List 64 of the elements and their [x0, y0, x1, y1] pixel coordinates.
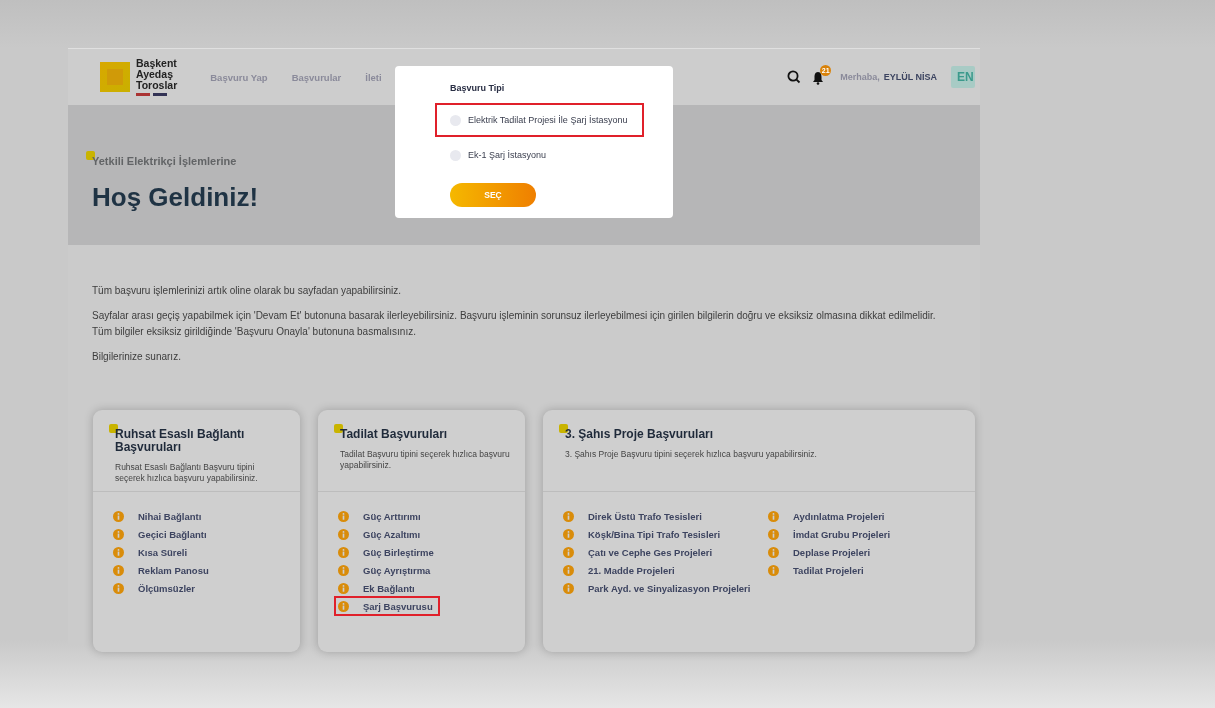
intro-paragraph: Sayfalar arası geçiş yapabilmek için 'Devam Et' butonuna basarak ilerleyebilirsiniz. Başvuru işleminin sorunsuz ilerleyebilmesi için girilen bilgilerin doğru ve eksiksiz olmasına dikkat edilmelidir. Tüm bilgiler eksiksiz girildiğinde 'Başvuru Onayla' butonuna basmalısınız.: [92, 309, 937, 339]
application-type-link[interactable]: Direk Üstü Trafo Tesisleri: [561, 508, 766, 524]
info-icon: [768, 564, 779, 576]
logo-text: Başkent: [136, 58, 178, 69]
info-icon: [768, 546, 779, 558]
logo-icon: [100, 62, 130, 92]
application-type-link[interactable]: Köşk/Bina Tipi Trafo Tesisleri: [561, 526, 766, 542]
application-type-link[interactable]: Güç Arttırımı: [336, 508, 438, 524]
card-title: 3. Şahıs Proje Başvuruları: [565, 427, 714, 441]
application-type-link[interactable]: Kısa Süreli: [111, 544, 213, 560]
application-type-link[interactable]: Aydınlatma Projeleri: [766, 508, 971, 524]
info-icon: [563, 546, 574, 558]
info-icon: [113, 528, 124, 540]
application-type-link[interactable]: 21. Madde Projeleri: [561, 562, 766, 578]
info-icon: [338, 600, 349, 612]
info-icon: [563, 510, 574, 522]
application-type-link[interactable]: Tadilat Projeleri: [766, 562, 971, 578]
info-icon: [113, 510, 124, 522]
info-icon: [113, 582, 124, 594]
application-type-link[interactable]: Güç Azaltımı: [336, 526, 438, 542]
user-name: EYLÜL NİSA: [883, 72, 937, 82]
option-label: Ek-1 Şarj İstasyonu: [468, 150, 547, 160]
info-icon: [338, 546, 349, 558]
info-icon: [563, 582, 574, 594]
card-description: Tadilat Başvuru tipini seçerek hızlıca başvuru yapabilirsiniz.: [340, 449, 511, 471]
info-icon: [563, 528, 574, 540]
application-type-link[interactable]: Deplase Projeleri: [766, 544, 971, 560]
application-type-link[interactable]: Reklam Panosu: [111, 562, 213, 578]
info-icon: [113, 564, 124, 576]
hero-subtitle: Yetkili Elektrikçi İşlemlerine: [92, 155, 237, 167]
info-icon: [563, 564, 574, 576]
application-type-link[interactable]: Ek Bağlantı: [336, 580, 438, 596]
application-type-link[interactable]: Park Ayd. ve Sinyalizasyon Projeleri: [561, 580, 766, 596]
application-type-link[interactable]: İmdat Grubu Projeleri: [766, 526, 971, 542]
application-type-link[interactable]: Güç Birleştirme: [336, 544, 438, 560]
card-title: Ruhsat Esaslı Bağlantı Başvuruları: [115, 427, 245, 454]
logo-text: Ayedaş: [136, 69, 173, 80]
card-title: Tadilat Başvuruları: [340, 427, 448, 441]
info-icon: [338, 564, 349, 576]
option-label: Elektrik Tadilat Projesi İle Şarj İstasyonu: [468, 115, 628, 125]
info-icon: [338, 510, 349, 522]
application-type-link[interactable]: Güç Ayrıştırma: [336, 562, 438, 578]
bell-icon[interactable]: [812, 71, 825, 85]
radio-option[interactable]: Elektrik Tadilat Projesi İle Şarj İstasyonu: [437, 105, 642, 135]
info-icon: [338, 582, 349, 594]
logo-text: Toroslar: [136, 80, 178, 91]
card-description: Ruhsat Esaslı Bağlantı Başvuru tipini seçerek hızlıca başvuru yapabilirsiniz.: [115, 462, 259, 484]
application-type-link[interactable]: Şarj Başvurusu: [336, 598, 438, 614]
application-type-link[interactable]: Ölçümsüzler: [111, 580, 213, 596]
dialog-title: Başvuru Tipi: [450, 83, 506, 93]
info-icon: [768, 510, 779, 522]
info-icon: [113, 546, 124, 558]
info-icon: [768, 528, 779, 540]
search-icon[interactable]: [786, 69, 803, 85]
card-description: 3. Şahıs Proje Başvuru tipini seçerek hızlıca başvuru yapabilirsiniz.: [565, 449, 818, 460]
intro-paragraph: Bilgilerinize sunarız.: [92, 350, 182, 364]
hero-title: Hoş Geldiniz!: [92, 182, 259, 213]
greeting-text: Merhaba,: [840, 72, 880, 82]
application-type-link[interactable]: Çatı ve Cephe Ges Projeleri: [561, 544, 766, 560]
application-type-link[interactable]: Nihai Bağlantı: [111, 508, 213, 524]
intro-paragraph: Tüm başvuru işlemlerinizi artık oline olarak bu sayfadan yapabilirsiniz.: [92, 284, 403, 298]
info-icon: [338, 528, 349, 540]
radio-option[interactable]: Ek-1 Şarj İstasyonu: [437, 140, 642, 170]
application-type-link[interactable]: Geçici Bağlantı: [111, 526, 213, 542]
